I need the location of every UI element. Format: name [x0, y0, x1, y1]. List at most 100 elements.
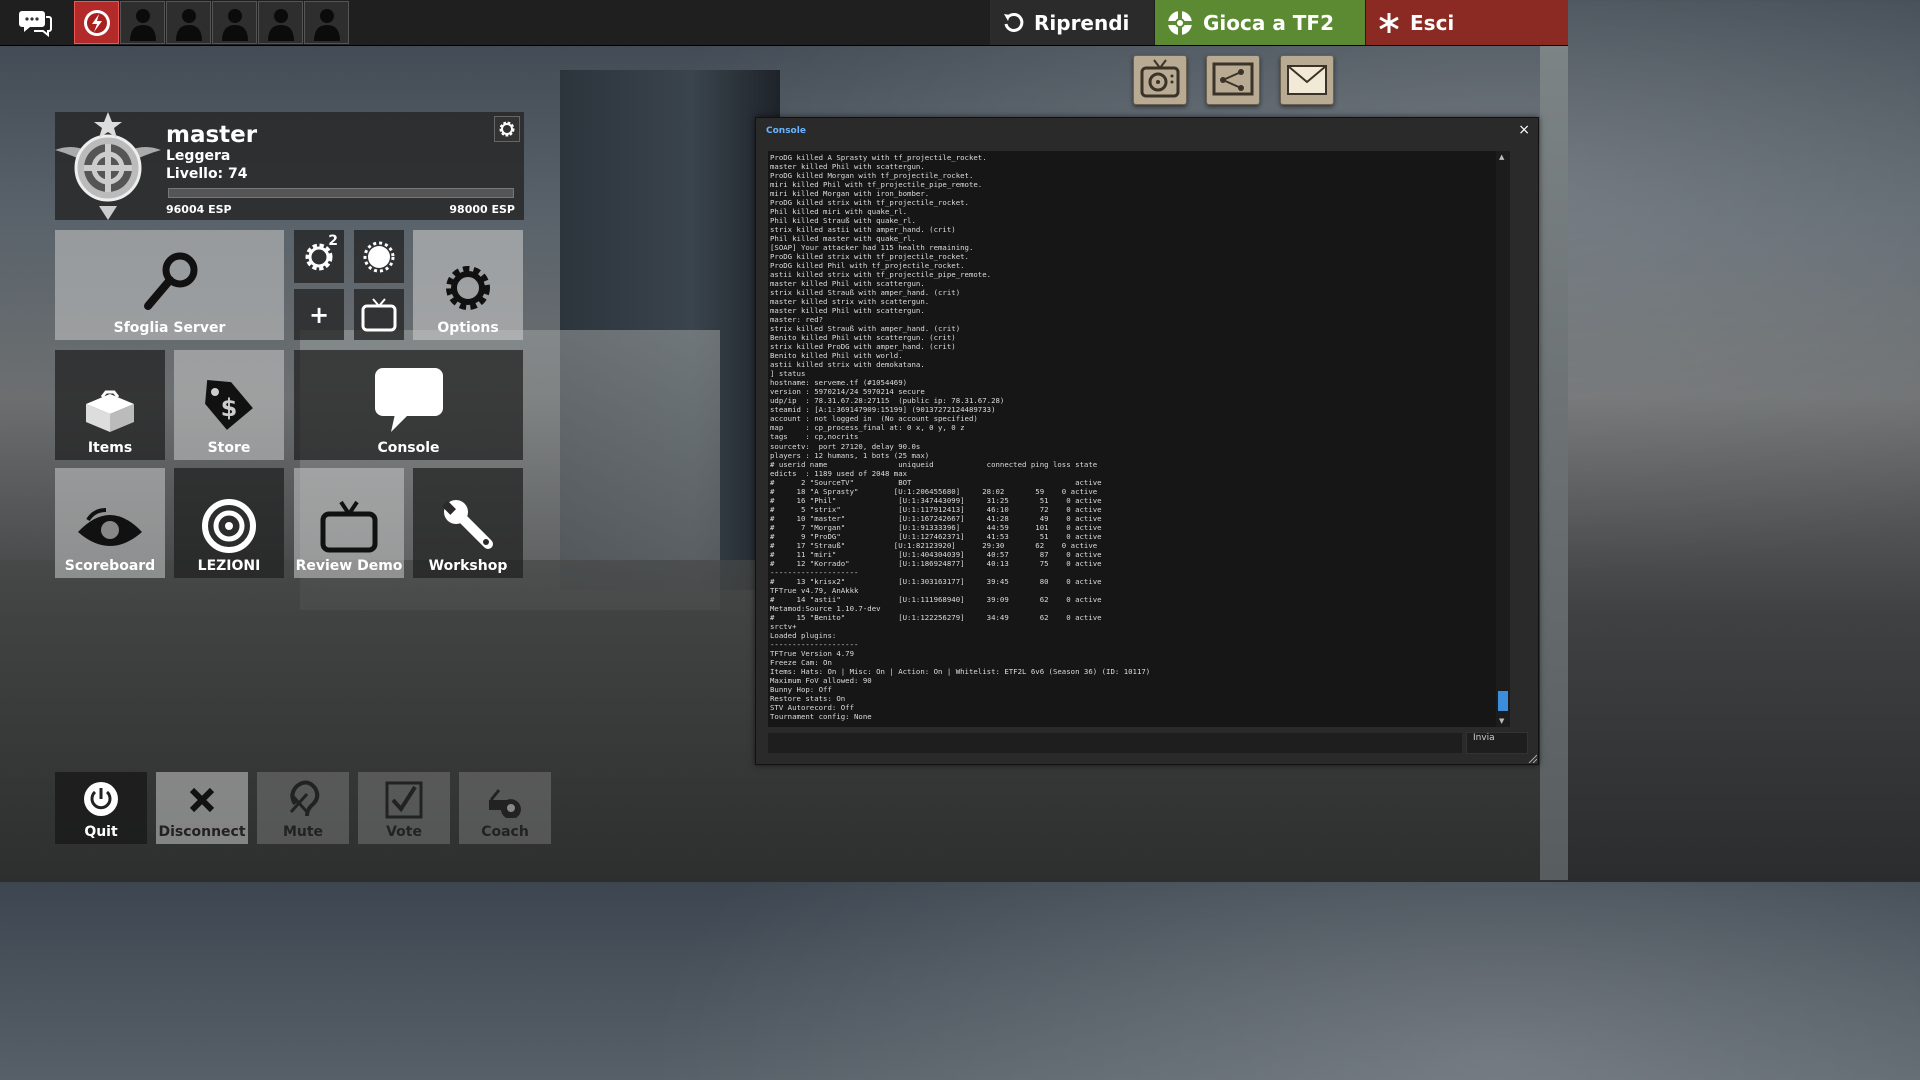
vote-button[interactable]: Vote	[358, 772, 450, 844]
power-icon	[84, 782, 118, 816]
level-medal-icon	[55, 112, 161, 220]
whistle-icon	[489, 789, 521, 818]
coach-button[interactable]: Coach	[459, 772, 551, 844]
background-pole	[1540, 40, 1568, 880]
coach-label: Coach	[481, 824, 529, 840]
items-button[interactable]: Items	[55, 350, 165, 460]
xp-next: 98000 ESP	[449, 203, 515, 216]
console-button[interactable]: Console	[294, 350, 523, 460]
player-silhouette-icon	[267, 8, 294, 41]
scrollbar-thumb[interactable]	[1498, 691, 1508, 711]
player-silhouette-icon	[221, 8, 248, 41]
player-profile-panel: master Leggera Livello: 74 96004 ESP 980…	[55, 112, 524, 220]
tv-icon	[1140, 59, 1180, 98]
player-level: Livello: 74	[166, 166, 248, 182]
console-submit-button[interactable]: Invia	[1466, 732, 1528, 754]
party-slots	[74, 1, 350, 44]
wrench-icon	[441, 500, 493, 549]
server-browser-label: Sfoglia Server	[113, 320, 226, 336]
player-silhouette-icon	[313, 8, 340, 41]
disconnect-button[interactable]: Disconnect	[156, 772, 248, 844]
player-class-label: Leggera	[166, 148, 231, 164]
party-slot-empty[interactable]	[166, 1, 211, 44]
settings-badge: 2	[328, 233, 338, 249]
magnifier-icon	[143, 252, 197, 310]
chat-button[interactable]	[14, 4, 58, 42]
console-window: Console × ProDG killed A Sprasty with tf…	[755, 117, 1539, 765]
resume-arrow-icon	[1002, 12, 1024, 34]
console-close-button[interactable]: ×	[1518, 122, 1530, 138]
resume-label: Riprendi	[1034, 10, 1130, 35]
scroll-up-icon[interactable]: ▲	[1499, 153, 1504, 161]
mail-icon	[1287, 65, 1327, 95]
mail-notification-button[interactable]	[1280, 55, 1334, 105]
console-label: Console	[377, 440, 440, 456]
party-slot-self[interactable]	[74, 1, 119, 44]
console-scrollbar[interactable]: ▲ ▼	[1496, 151, 1510, 727]
console-command-input[interactable]	[768, 733, 1462, 753]
party-slot-empty[interactable]	[212, 1, 257, 44]
starburst-icon	[363, 241, 395, 272]
xp-current: 96004 ESP	[166, 203, 232, 216]
mute-ear-icon	[289, 780, 320, 817]
store-label: Store	[207, 440, 251, 456]
tf2-logo-icon	[1167, 9, 1193, 36]
review-demo-button[interactable]: Review Demo	[294, 468, 404, 578]
party-slot-empty[interactable]	[258, 1, 303, 44]
training-label: LEZIONI	[197, 558, 261, 574]
toolbox-icon	[86, 390, 134, 432]
svg-text:$: $	[221, 394, 238, 422]
tv-notification-button[interactable]	[1133, 55, 1187, 105]
checkbox-icon	[385, 781, 423, 819]
speech-bubble-icon	[374, 368, 443, 432]
xp-progress-bar	[168, 188, 514, 198]
settings-button[interactable]: 2	[294, 230, 344, 283]
player-name: master	[166, 122, 258, 148]
mute-button[interactable]: Mute	[257, 772, 349, 844]
create-server-button[interactable]: +	[294, 289, 344, 340]
scoreboard-button[interactable]: Scoreboard	[55, 468, 165, 578]
server-browser-button[interactable]: Sfoglia Server	[55, 230, 284, 340]
options-label: Options	[437, 320, 499, 336]
store-button[interactable]: $ Store	[174, 350, 284, 460]
quit-game-label: Esci	[1410, 10, 1455, 35]
quit-label: Quit	[84, 824, 118, 840]
quit-button[interactable]: Quit	[55, 772, 147, 844]
disconnect-label: Disconnect	[158, 824, 246, 840]
party-slot-empty[interactable]	[120, 1, 165, 44]
profile-settings-button[interactable]	[494, 116, 520, 142]
scroll-down-icon[interactable]: ▼	[1499, 717, 1504, 725]
player-silhouette-icon	[175, 8, 202, 41]
player-class-icon	[83, 9, 110, 36]
tv-icon	[361, 297, 397, 331]
workshop-button[interactable]: Workshop	[413, 468, 523, 578]
resize-grip-icon[interactable]	[1527, 753, 1537, 763]
close-x-icon	[189, 787, 215, 813]
top-bar: Riprendi Gioca a TF2 Esci	[0, 0, 1568, 46]
party-slot-empty[interactable]	[304, 1, 349, 44]
scoreboard-label: Scoreboard	[64, 558, 156, 574]
advanced-settings-button[interactable]	[354, 230, 404, 283]
mute-label: Mute	[282, 824, 324, 840]
console-output-text: ProDG killed A Sprasty with tf_projectil…	[770, 153, 1151, 721]
console-output: ProDG killed A Sprasty with tf_projectil…	[768, 151, 1510, 727]
console-title: Console	[766, 126, 806, 136]
gear-icon	[499, 121, 515, 137]
quit-game-button[interactable]: Esci	[1366, 0, 1568, 45]
price-tag-icon: $	[205, 379, 253, 430]
chat-bubbles-icon	[19, 11, 52, 38]
asterisk-icon	[1378, 12, 1400, 34]
options-button[interactable]: Options	[413, 230, 523, 340]
network-notification-button[interactable]	[1206, 55, 1260, 105]
workshop-label: Workshop	[428, 558, 508, 574]
tv-icon	[320, 500, 378, 553]
vote-label: Vote	[386, 824, 422, 840]
play-tf2-button[interactable]: Gioca a TF2	[1155, 0, 1365, 45]
play-tf2-label: Gioca a TF2	[1203, 10, 1335, 35]
player-silhouette-icon	[129, 8, 156, 41]
network-icon	[1212, 62, 1254, 96]
plus-icon: +	[308, 300, 330, 329]
replay-button[interactable]	[354, 289, 404, 340]
training-button[interactable]: LEZIONI	[174, 468, 284, 578]
resume-button[interactable]: Riprendi	[990, 0, 1154, 45]
